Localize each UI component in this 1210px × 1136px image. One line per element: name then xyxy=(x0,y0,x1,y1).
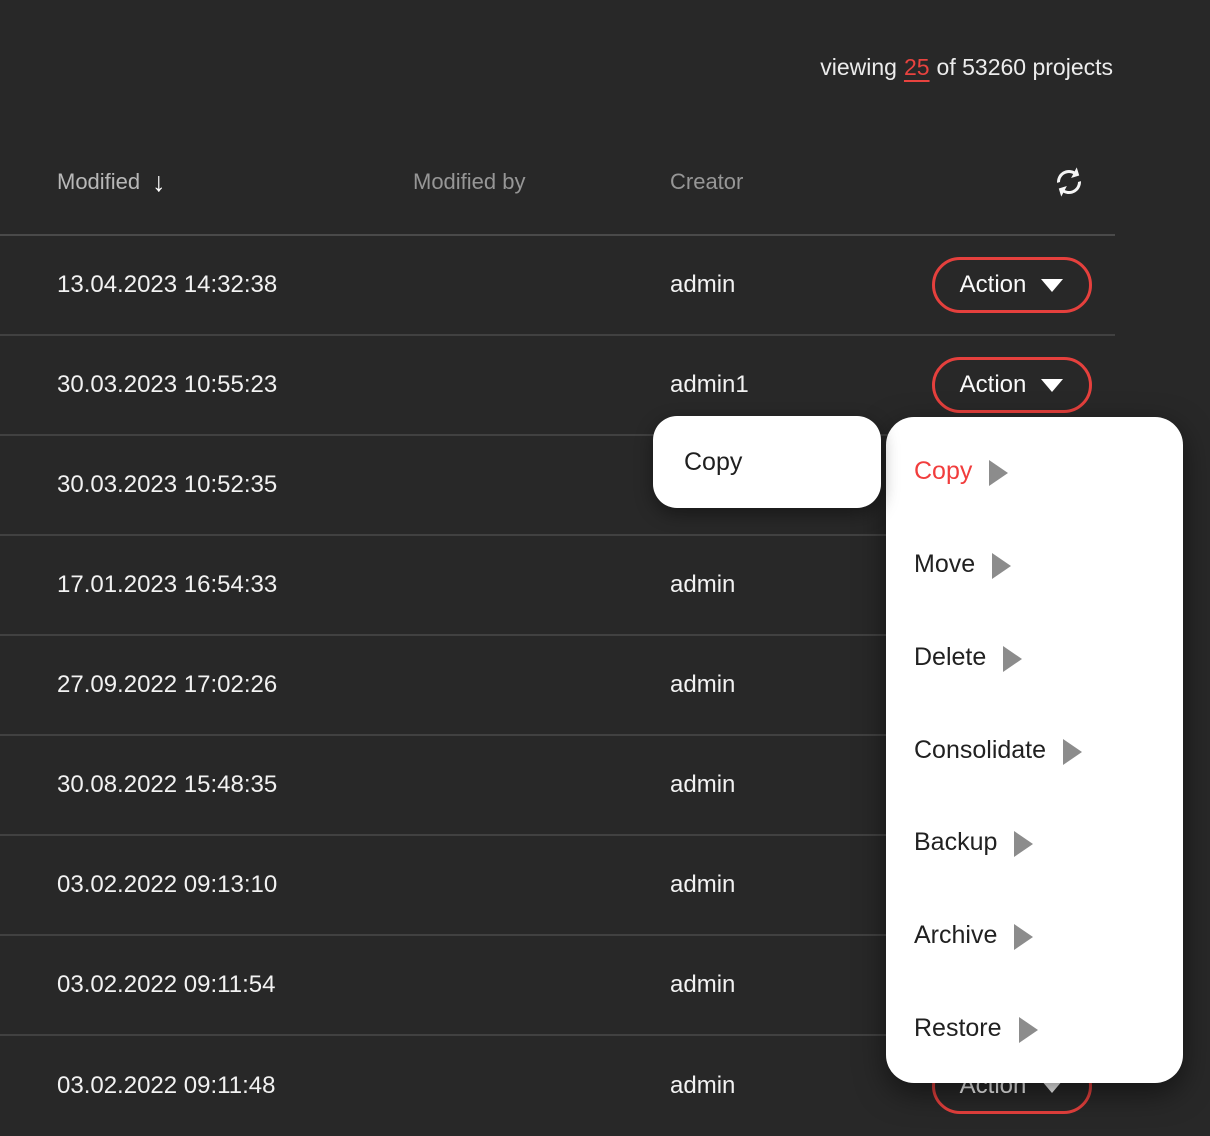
cell-modified: 13.04.2023 14:32:38 xyxy=(0,271,413,299)
menu-item-label: Copy xyxy=(914,457,972,486)
copy-submenu-tooltip[interactable]: Copy xyxy=(653,416,881,508)
column-label: Modified by xyxy=(413,169,526,195)
action-button-label: Action xyxy=(960,371,1027,399)
triangle-right-icon xyxy=(1063,739,1082,765)
triangle-right-icon xyxy=(1014,924,1033,950)
column-header-modified-by[interactable]: Modified by xyxy=(413,169,670,195)
menu-item-restore[interactable]: Restore xyxy=(886,982,1183,1075)
menu-item-delete[interactable]: Delete xyxy=(886,611,1183,704)
cell-modified: 03.02.2022 09:11:48 xyxy=(0,1072,413,1100)
action-button-label: Action xyxy=(960,271,1027,299)
menu-item-label: Archive xyxy=(914,921,997,950)
tooltip-label: Copy xyxy=(684,448,742,477)
action-dropdown-menu: Copy Move Delete Consolidate Backup Arch… xyxy=(886,417,1183,1083)
menu-item-consolidate[interactable]: Consolidate xyxy=(886,704,1183,797)
sort-desc-icon[interactable]: ↓ xyxy=(152,169,166,196)
column-header-modified[interactable]: Modified ↓ xyxy=(0,169,413,196)
cell-modified: 27.09.2022 17:02:26 xyxy=(0,671,413,699)
cell-modified: 03.02.2022 09:11:54 xyxy=(0,971,413,999)
triangle-right-icon xyxy=(989,460,1008,486)
viewing-suffix: of 53260 projects xyxy=(937,54,1113,81)
cell-modified: 30.03.2023 10:52:35 xyxy=(0,471,413,499)
viewing-status: viewing 25 of 53260 projects xyxy=(820,54,1113,81)
triangle-right-icon xyxy=(992,553,1011,579)
action-button[interactable]: Action xyxy=(932,257,1092,313)
viewing-count-link[interactable]: 25 xyxy=(904,54,930,81)
column-label: Modified xyxy=(57,169,140,195)
menu-item-move[interactable]: Move xyxy=(886,518,1183,611)
menu-item-backup[interactable]: Backup xyxy=(886,796,1183,889)
viewing-prefix: viewing xyxy=(820,54,897,81)
refresh-icon[interactable] xyxy=(1050,163,1088,201)
table-header: Modified ↓ Modified by Creator xyxy=(0,130,1115,236)
cell-modified: 03.02.2022 09:13:10 xyxy=(0,871,413,899)
cell-creator: admin xyxy=(670,271,930,299)
cell-modified: 30.03.2023 10:55:23 xyxy=(0,371,413,399)
triangle-down-icon xyxy=(1041,379,1063,392)
menu-item-label: Consolidate xyxy=(914,736,1046,765)
menu-item-archive[interactable]: Archive xyxy=(886,889,1183,982)
triangle-right-icon xyxy=(1014,831,1033,857)
column-header-creator[interactable]: Creator xyxy=(670,169,930,195)
triangle-down-icon xyxy=(1041,279,1063,292)
menu-item-label: Move xyxy=(914,550,975,579)
menu-item-label: Restore xyxy=(914,1014,1002,1043)
cell-creator: admin xyxy=(670,1072,930,1100)
menu-item-label: Backup xyxy=(914,828,997,857)
menu-item-copy[interactable]: Copy xyxy=(886,425,1183,518)
action-button[interactable]: Action xyxy=(932,357,1092,413)
table-row: 13.04.2023 14:32:38 admin Action xyxy=(0,236,1115,336)
triangle-right-icon xyxy=(1003,646,1022,672)
menu-item-label: Delete xyxy=(914,643,986,672)
cell-modified: 17.01.2023 16:54:33 xyxy=(0,571,413,599)
triangle-right-icon xyxy=(1019,1017,1038,1043)
cell-creator: admin1 xyxy=(670,371,930,399)
cell-modified: 30.08.2022 15:48:35 xyxy=(0,771,413,799)
column-label: Creator xyxy=(670,169,743,195)
